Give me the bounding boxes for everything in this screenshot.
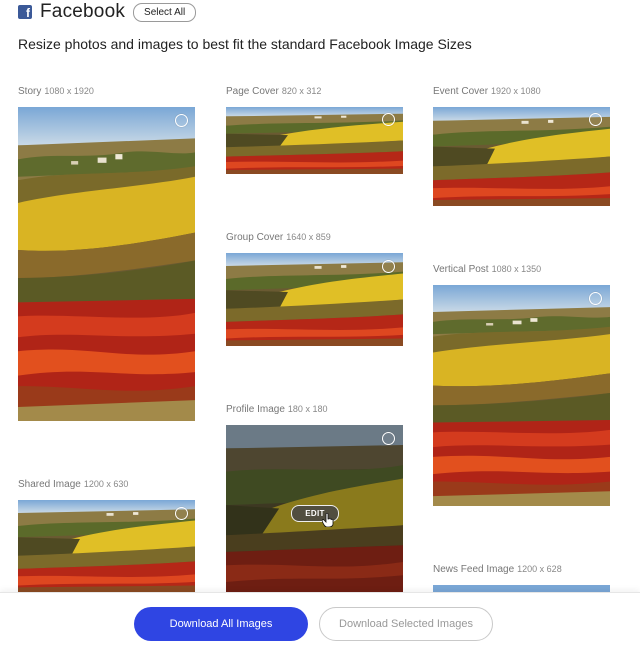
card-label: Page Cover 820 x 312 bbox=[226, 86, 321, 97]
card-size: 1080 x 1920 bbox=[44, 86, 94, 96]
card-name: Group Cover bbox=[226, 232, 284, 243]
vineyard-photo bbox=[18, 107, 195, 421]
card-name: Vertical Post bbox=[433, 264, 489, 275]
page-title: Facebook bbox=[40, 1, 126, 22]
event-cover-image[interactable] bbox=[433, 107, 610, 206]
select-circle-icon[interactable] bbox=[175, 114, 188, 127]
select-circle-icon[interactable] bbox=[382, 260, 395, 273]
shared-image[interactable] bbox=[18, 500, 195, 593]
hand-pointer-icon bbox=[322, 513, 334, 527]
card-size: 1200 x 628 bbox=[517, 564, 562, 574]
page-cover-image[interactable] bbox=[226, 107, 403, 174]
vineyard-photo bbox=[433, 285, 610, 506]
facebook-icon: f bbox=[18, 5, 32, 20]
card-label: Group Cover 1640 x 859 bbox=[226, 232, 331, 243]
select-circle-icon[interactable] bbox=[382, 432, 395, 445]
page-header: f Facebook Select All bbox=[18, 0, 197, 24]
vineyard-photo bbox=[226, 253, 403, 346]
group-cover-image[interactable] bbox=[226, 253, 403, 346]
select-circle-icon[interactable] bbox=[589, 113, 602, 126]
vineyard-photo bbox=[433, 107, 610, 206]
page-subtitle: Resize photos and images to best fit the… bbox=[18, 36, 472, 52]
card-label: Shared Image 1200 x 630 bbox=[18, 479, 128, 490]
card-name: Page Cover bbox=[226, 86, 279, 97]
card-size: 1080 x 1350 bbox=[491, 264, 542, 274]
vineyard-photo bbox=[226, 107, 403, 174]
download-selected-button[interactable]: Download Selected Images bbox=[319, 607, 493, 641]
footer-bar: Download All Images Download Selected Im… bbox=[0, 592, 640, 647]
card-name: Event Cover bbox=[433, 86, 489, 97]
card-label: Profile Image 180 x 180 bbox=[226, 404, 327, 415]
card-label: News Feed Image 1200 x 628 bbox=[433, 564, 562, 575]
story-image[interactable] bbox=[18, 107, 195, 421]
card-size: 1640 x 859 bbox=[286, 232, 331, 242]
vertical-post-image[interactable] bbox=[433, 285, 610, 506]
select-all-button[interactable]: Select All bbox=[133, 2, 197, 22]
profile-image[interactable]: EDIT bbox=[226, 425, 403, 592]
card-name: Shared Image bbox=[18, 479, 81, 490]
select-circle-icon[interactable] bbox=[382, 113, 395, 126]
card-label: Story 1080 x 1920 bbox=[18, 86, 94, 97]
card-size: 1920 x 1080 bbox=[491, 86, 541, 96]
vineyard-photo bbox=[18, 500, 195, 593]
download-all-button[interactable]: Download All Images bbox=[134, 607, 308, 641]
card-size: 180 x 180 bbox=[287, 404, 328, 414]
card-name: News Feed Image bbox=[433, 564, 515, 575]
card-name: Story bbox=[18, 86, 42, 97]
select-circle-icon[interactable] bbox=[175, 507, 188, 520]
card-size: 820 x 312 bbox=[281, 86, 322, 96]
card-label: Vertical Post 1080 x 1350 bbox=[433, 264, 541, 275]
card-name: Profile Image bbox=[226, 404, 285, 415]
select-circle-icon[interactable] bbox=[589, 292, 602, 305]
card-size: 1200 x 630 bbox=[83, 479, 129, 489]
card-label: Event Cover 1920 x 1080 bbox=[433, 86, 541, 97]
